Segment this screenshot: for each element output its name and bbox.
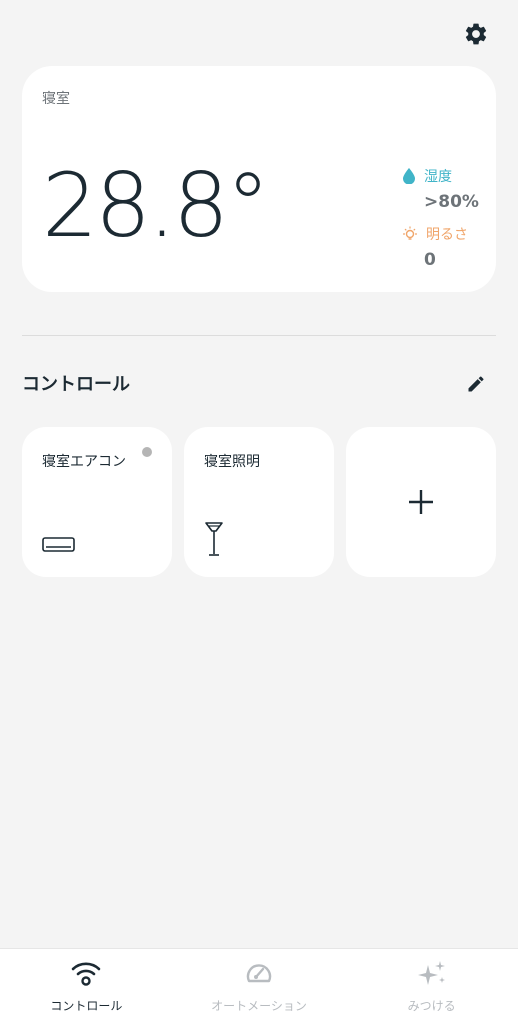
- settings-button[interactable]: [460, 18, 492, 50]
- brightness-label: 明るさ: [426, 227, 468, 243]
- automation-icon: [246, 964, 272, 983]
- tab-label: みつける: [407, 999, 456, 1013]
- humidity-label: 湿度: [424, 169, 452, 185]
- pencil-icon: [468, 376, 484, 392]
- wifi-icon: [72, 962, 101, 986]
- humidity-stat: 湿度 >80%: [402, 166, 479, 212]
- water-drop-icon: [403, 168, 415, 184]
- room-name: 寝室: [42, 91, 70, 107]
- tab-label: コントロール: [50, 999, 123, 1013]
- gear-icon: [465, 23, 487, 45]
- add-device-button[interactable]: [346, 427, 496, 577]
- device-label: 寝室照明: [204, 454, 260, 470]
- tab-discover[interactable]: みつける: [345, 949, 518, 1024]
- brightness-value: 0: [424, 250, 436, 270]
- temperature-value: 28.8°: [42, 154, 270, 257]
- air-conditioner-icon: [42, 537, 75, 552]
- tab-automation[interactable]: オートメーション: [173, 949, 346, 1024]
- device-tile-aircon[interactable]: 寝室エアコン: [22, 427, 172, 577]
- floor-lamp-icon: [205, 522, 223, 556]
- plus-icon: [409, 490, 433, 514]
- tab-label: オートメーション: [211, 999, 307, 1013]
- tab-control[interactable]: コントロール: [0, 949, 173, 1024]
- sparkle-icon: [417, 961, 445, 985]
- room-card[interactable]: 寝室 28.8° 湿度 >80% 明るさ 0: [22, 66, 496, 292]
- brightness-stat: 明るさ 0: [402, 224, 468, 270]
- bulb-icon: [403, 226, 417, 240]
- bottom-tab-bar: コントロール オートメーション みつける: [0, 948, 518, 1024]
- section-divider: [22, 335, 496, 336]
- status-indicator: [142, 447, 152, 457]
- section-title: コントロール: [22, 374, 130, 395]
- edit-button[interactable]: [464, 372, 488, 396]
- device-label: 寝室エアコン: [42, 454, 126, 470]
- device-tile-light[interactable]: 寝室照明: [184, 427, 334, 577]
- humidity-value: >80%: [424, 192, 479, 212]
